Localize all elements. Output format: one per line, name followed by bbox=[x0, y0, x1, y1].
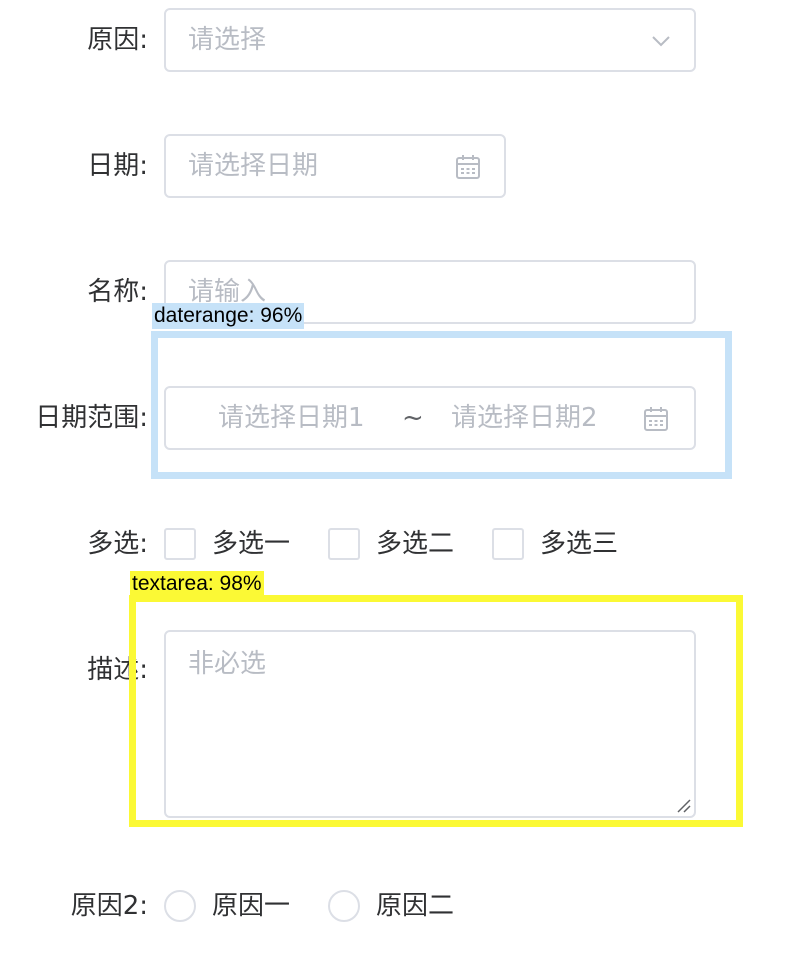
checkbox-option-2-label[interactable]: 多选二 bbox=[376, 529, 454, 559]
textarea-annotation-box bbox=[129, 595, 743, 827]
radio-option-1-label[interactable]: 原因一 bbox=[212, 891, 290, 921]
multi-label: 多选: bbox=[87, 529, 148, 559]
daterange-annotation-label: daterange: 96% bbox=[152, 303, 305, 329]
daterange-label: 日期范围: bbox=[35, 403, 148, 433]
checkbox-option-1-label[interactable]: 多选一 bbox=[212, 529, 290, 559]
daterange-annotation-box bbox=[151, 331, 732, 479]
checkbox-option-1[interactable] bbox=[164, 528, 196, 560]
calendar-icon bbox=[454, 153, 482, 185]
name-label: 名称: bbox=[87, 277, 148, 307]
date-picker[interactable]: 请选择日期 bbox=[164, 134, 506, 198]
checkbox-option-3[interactable] bbox=[492, 528, 524, 560]
reason-select[interactable]: 请选择 bbox=[164, 8, 696, 72]
checkbox-option-3-label[interactable]: 多选三 bbox=[540, 529, 618, 559]
textarea-annotation-label: textarea: 98% bbox=[130, 571, 264, 597]
reason-label: 原因: bbox=[87, 25, 148, 55]
radio-option-1[interactable] bbox=[164, 890, 196, 922]
date-placeholder: 请选择日期 bbox=[188, 151, 319, 181]
date-label: 日期: bbox=[87, 151, 148, 181]
radio-option-2[interactable] bbox=[328, 890, 360, 922]
chevron-down-icon bbox=[650, 30, 672, 56]
reason2-label: 原因2: bbox=[70, 891, 148, 921]
reason-placeholder: 请选择 bbox=[188, 25, 267, 55]
checkbox-option-2[interactable] bbox=[328, 528, 360, 560]
radio-option-2-label[interactable]: 原因二 bbox=[376, 891, 454, 921]
